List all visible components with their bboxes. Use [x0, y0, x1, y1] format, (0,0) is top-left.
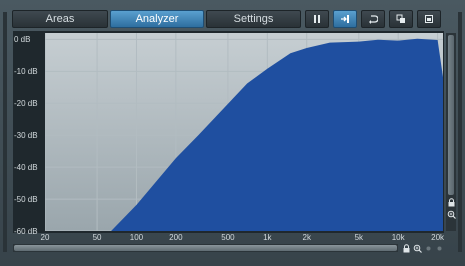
spectrum-svg — [45, 33, 443, 231]
tab-settings[interactable]: Settings — [206, 10, 301, 28]
db-tick-label: -50 dB — [14, 195, 38, 205]
freq-tick-label: 5k — [354, 233, 364, 242]
db-tick-label: -30 dB — [14, 131, 38, 141]
copy-icon — [396, 14, 405, 23]
vertical-scroll-thumb[interactable] — [448, 35, 454, 195]
db-tick-label: -20 dB — [14, 99, 38, 109]
lock-icon[interactable] — [402, 244, 411, 253]
reset-button[interactable] — [361, 10, 385, 28]
tab-analyzer[interactable]: Analyzer — [110, 10, 204, 28]
zoom-icon[interactable] — [413, 244, 422, 253]
freq-tick-label: 50 — [92, 233, 102, 242]
copy-button[interactable] — [389, 10, 413, 28]
freq-tick-label: 200 — [169, 233, 183, 242]
horizontal-scrollbar[interactable] — [13, 244, 398, 252]
freq-tick-label: 500 — [221, 233, 235, 242]
pause-icon — [314, 15, 320, 23]
db-tick-label: -60 dB — [14, 227, 38, 236]
zoom-icon[interactable] — [447, 210, 456, 219]
db-tick-label: -40 dB — [14, 163, 38, 173]
spectrum-plot[interactable] — [45, 33, 443, 231]
input-button[interactable] — [333, 10, 357, 28]
paste-icon — [425, 15, 433, 23]
freq-tick-label: 2k — [302, 233, 311, 242]
input-arrow-icon — [341, 15, 349, 23]
freq-tick-label: 100 — [129, 233, 144, 242]
reset-icon — [369, 15, 378, 24]
db-tick-label: -10 dB — [14, 67, 38, 77]
lock-icon[interactable] — [447, 198, 456, 207]
paste-button[interactable] — [417, 10, 441, 28]
horizontal-scroll-thumb[interactable] — [14, 245, 397, 251]
db-tick-label: 0 dB — [14, 35, 31, 45]
freq-tick-label: 10k — [391, 233, 405, 242]
freq-tick-label: 20 — [40, 233, 50, 242]
pause-button[interactable] — [305, 10, 329, 28]
right-edge — [458, 12, 462, 252]
dot-icon — [437, 246, 442, 251]
freq-tick-label: 20k — [431, 233, 445, 242]
left-edge — [3, 12, 7, 252]
freq-tick-label: 1k — [263, 233, 272, 242]
tab-areas[interactable]: Areas — [12, 10, 108, 28]
dot-icon — [426, 246, 431, 251]
